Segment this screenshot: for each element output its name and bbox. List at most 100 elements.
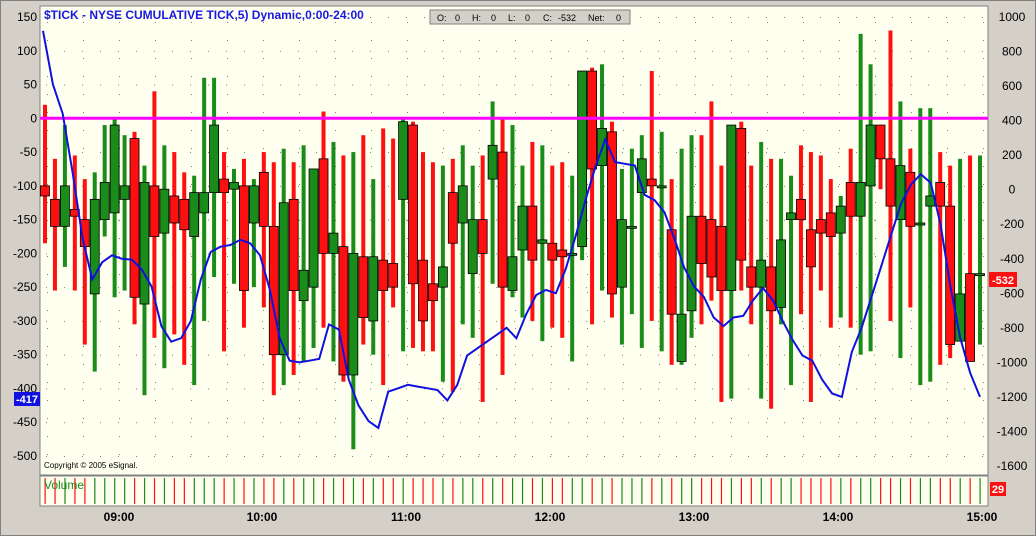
volume-bar	[283, 478, 285, 504]
grid-dot	[263, 436, 264, 437]
grid-dot	[119, 220, 120, 221]
grid-dot	[371, 22, 372, 23]
grid-dot	[874, 456, 875, 457]
grid-dot	[659, 400, 660, 401]
volume-bar	[840, 478, 842, 504]
grid-dot	[64, 287, 65, 289]
grid-dot	[352, 84, 353, 86]
grid-dot	[550, 84, 551, 86]
grid-dot	[695, 454, 696, 455]
volume-bar	[860, 478, 862, 504]
grid-dot	[658, 84, 659, 86]
grid-dot	[947, 22, 948, 23]
grid-dot	[479, 364, 480, 365]
candle-body	[209, 124, 219, 193]
grid-dot	[118, 422, 119, 424]
grid-dot	[676, 456, 677, 457]
grid-dot	[226, 320, 227, 322]
grid-dot	[982, 84, 983, 86]
grid-dot	[479, 436, 480, 437]
grid-dot	[623, 364, 624, 365]
grid-dot	[767, 22, 768, 23]
grid-dot	[406, 287, 407, 289]
grid-dot	[983, 220, 984, 221]
grid-dot	[407, 94, 408, 95]
grid-dot	[551, 454, 552, 455]
ohlc-open-value: 0	[455, 13, 460, 23]
grid-dot	[551, 130, 552, 131]
grid-dot	[784, 152, 785, 154]
grid-dot	[676, 84, 677, 86]
volume-bar	[173, 478, 176, 504]
grid-dot	[587, 328, 588, 329]
grid-dot	[191, 382, 192, 383]
volume-bar	[163, 478, 166, 504]
grid-dot	[208, 422, 209, 424]
grid-dot	[299, 184, 300, 185]
grid-dot	[658, 456, 659, 457]
grid-dot	[46, 354, 47, 356]
grid-dot	[407, 112, 408, 113]
grid-dot	[875, 310, 876, 311]
grid-dot	[731, 40, 732, 41]
grid-dot	[911, 40, 912, 41]
grid-dot	[299, 202, 300, 203]
grid-dot	[911, 346, 912, 347]
grid-dot	[514, 388, 515, 390]
candle-wick	[898, 101, 903, 359]
grid-dot	[532, 422, 533, 424]
grid-dot	[622, 456, 623, 457]
grid-dot	[767, 94, 768, 95]
grid-dot	[191, 364, 192, 365]
grid-dot	[83, 436, 84, 437]
grid-dot	[334, 50, 335, 52]
grid-dot	[227, 364, 228, 365]
volume-bar	[462, 478, 464, 504]
grid-dot	[928, 84, 929, 86]
grid-dot	[371, 76, 372, 77]
volume-bar	[651, 478, 653, 504]
volume-panel[interactable]	[39, 475, 989, 507]
grid-dot	[803, 310, 804, 311]
grid-dot	[226, 84, 227, 86]
grid-dot	[119, 112, 120, 113]
grid-dot	[568, 456, 569, 457]
grid-dot	[263, 454, 264, 455]
grid-dot	[154, 354, 155, 356]
grid-dot	[874, 219, 875, 221]
grid-dot	[983, 310, 984, 311]
candle-body	[408, 124, 418, 285]
grid-dot	[496, 320, 497, 322]
grid-dot	[119, 382, 120, 383]
grid-dot	[928, 388, 929, 390]
left-tick-label: -200	[13, 246, 37, 260]
candle-body	[587, 70, 597, 170]
grid-dot	[856, 287, 857, 289]
grid-dot	[983, 436, 984, 437]
ohlc-high-value: 0	[491, 13, 496, 23]
grid-dot	[784, 84, 785, 86]
grid-dot	[947, 436, 948, 437]
grid-dot	[515, 220, 516, 221]
grid-dot	[226, 422, 227, 424]
grid-dot	[478, 84, 479, 86]
grid-dot	[640, 456, 641, 457]
grid-dot	[46, 456, 47, 457]
candle-wick	[789, 175, 794, 386]
volume-value-badge: 29	[990, 482, 1006, 496]
grid-dot	[515, 166, 516, 167]
grid-dot	[946, 17, 947, 18]
grid-dot	[47, 166, 48, 167]
grid-dot	[767, 346, 768, 347]
grid-dot	[155, 454, 156, 455]
grid-dot	[838, 388, 839, 390]
grid-dot	[119, 292, 120, 293]
grid-dot	[659, 112, 660, 113]
grid-dot	[64, 456, 65, 457]
grid-dot	[100, 253, 101, 255]
grid-dot	[335, 436, 336, 437]
grid-dot	[982, 50, 983, 52]
grid-dot	[983, 256, 984, 257]
grid-dot	[191, 166, 192, 167]
grid-dot	[640, 354, 641, 356]
